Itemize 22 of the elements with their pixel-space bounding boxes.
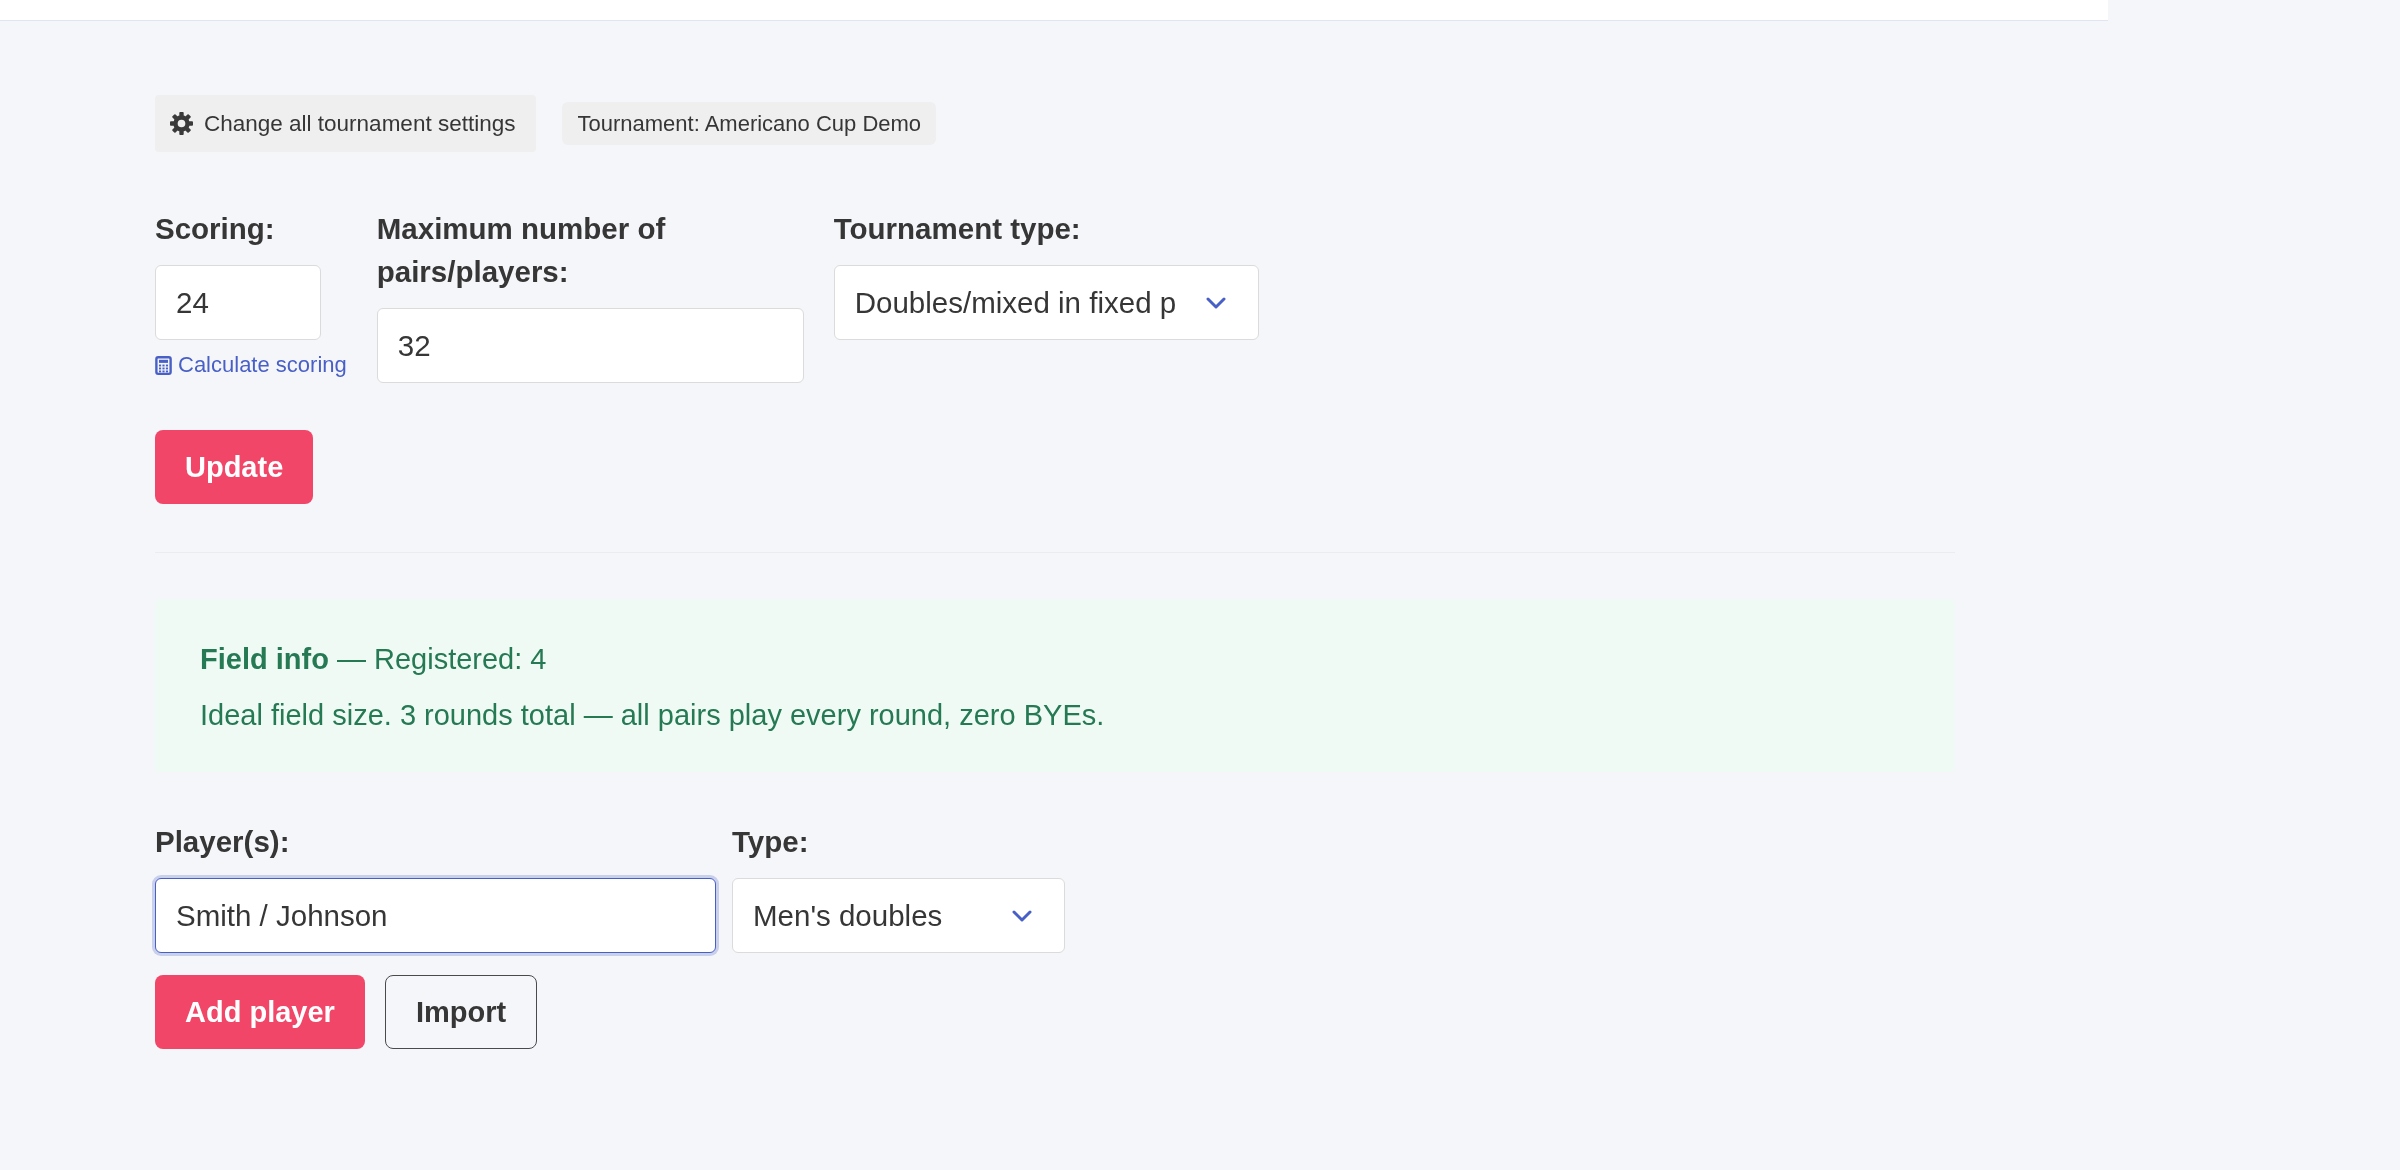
input-field[interactable]: Smith / Johnson [155, 878, 716, 953]
chevron-down-icon [1205, 296, 1226, 309]
field-label: Scoring: [155, 211, 275, 247]
input-field[interactable]: 32 [376, 308, 804, 383]
field-label: Player(s): [155, 824, 290, 860]
gear-icon [170, 112, 193, 135]
select-dropdown[interactable]: Doubles/mixed in fixed p [833, 265, 1259, 340]
settings-button[interactable]: Change all tournament settings [155, 95, 537, 152]
primary-button[interactable]: Add player [155, 975, 365, 1049]
input-field[interactable]: 24 [155, 265, 321, 340]
info-heading: Field info — Registered: 4 [200, 642, 548, 677]
outline-button[interactable]: Import [384, 975, 538, 1049]
select-dropdown[interactable]: Men's doubles [732, 878, 1065, 953]
calculate-link[interactable]: Calculate scoring [155, 352, 347, 378]
chevron-down-icon [1012, 909, 1032, 922]
tournament-tag: Tournament: Americano Cup Demo [562, 102, 937, 145]
field-label: Type: [732, 824, 809, 860]
update-button[interactable]: Update [155, 430, 314, 504]
field-label: Tournament type: [833, 211, 1081, 247]
info-message: Ideal field size. 3 rounds total — all pairs play every round, zero BYEs. [200, 698, 1106, 733]
field-label: Maximum number of pairs/players: [376, 211, 667, 290]
calculator-icon [155, 355, 172, 375]
